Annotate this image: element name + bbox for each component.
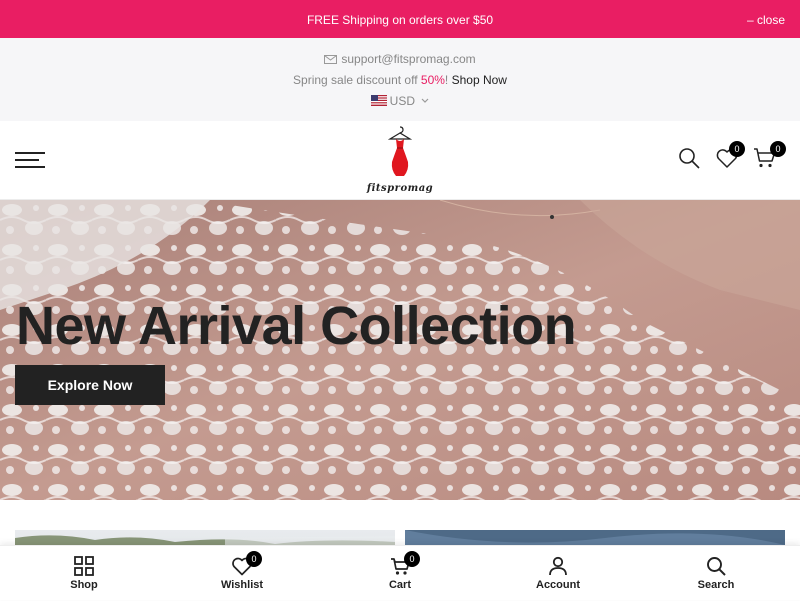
hero-title: New Arrival Collection: [16, 296, 577, 356]
search-icon: [679, 148, 700, 169]
nav-wishlist[interactable]: 0 Wishlist: [182, 546, 302, 601]
sale-text: Spring sale discount off: [293, 73, 421, 87]
nav-cart-count: 0: [404, 551, 420, 567]
cart-count-badge: 0: [770, 141, 786, 157]
sale-row: Spring sale discount off 50%! Shop Now: [0, 73, 800, 87]
explore-now-button[interactable]: Explore Now: [15, 365, 165, 405]
header-search-button[interactable]: [677, 146, 703, 172]
nav-account-label: Account: [536, 579, 580, 591]
nav-search[interactable]: Search: [656, 546, 776, 601]
nav-wishlist-count: 0: [246, 551, 262, 567]
us-flag-icon: [370, 95, 387, 106]
nav-cart-label: Cart: [388, 579, 411, 591]
top-info-bar: support@fitspromag.com Spring sale disco…: [0, 38, 800, 121]
sale-bang: !: [444, 73, 452, 87]
dress-logo-icon: [388, 126, 412, 176]
chevron-down-icon: [421, 98, 429, 103]
promo-bar: FREE Shipping on orders over $50 – close: [0, 0, 800, 38]
nav-shop-label: Shop: [70, 579, 98, 591]
menu-icon[interactable]: [15, 152, 45, 170]
currency-label: USD: [389, 94, 415, 108]
nav-wishlist-label: Wishlist: [220, 579, 264, 591]
shop-now-link[interactable]: Shop Now: [452, 73, 507, 87]
wishlist-count-badge: 0: [729, 141, 745, 157]
logo-text: fitspromag: [366, 183, 434, 194]
bottom-navigation: Shop 0 Wishlist 0 Cart Account Search: [0, 545, 800, 600]
mail-icon: [324, 55, 338, 64]
nav-search-label: Search: [697, 579, 735, 591]
header-cart-button[interactable]: 0: [753, 141, 786, 172]
user-icon: [549, 556, 567, 576]
nav-cart[interactable]: 0 Cart: [340, 546, 460, 601]
search-icon: [707, 557, 726, 576]
promo-text: FREE Shipping on orders over $50: [306, 13, 494, 27]
site-header: fitspromag 0 0: [0, 121, 800, 200]
promo-close-button[interactable]: – close: [747, 13, 785, 27]
sale-percent: 50%: [420, 73, 445, 87]
promo-close-label: close: [756, 13, 785, 27]
header-wishlist-button[interactable]: 0: [715, 141, 745, 172]
nav-shop[interactable]: Shop: [24, 546, 144, 601]
currency-selector[interactable]: USD: [0, 94, 800, 108]
site-logo[interactable]: fitspromag: [362, 126, 438, 196]
nav-account[interactable]: Account: [498, 546, 618, 601]
support-email-row: support@fitspromag.com: [0, 52, 800, 66]
support-email[interactable]: support@fitspromag.com: [341, 52, 475, 66]
grid-icon: [74, 556, 94, 576]
